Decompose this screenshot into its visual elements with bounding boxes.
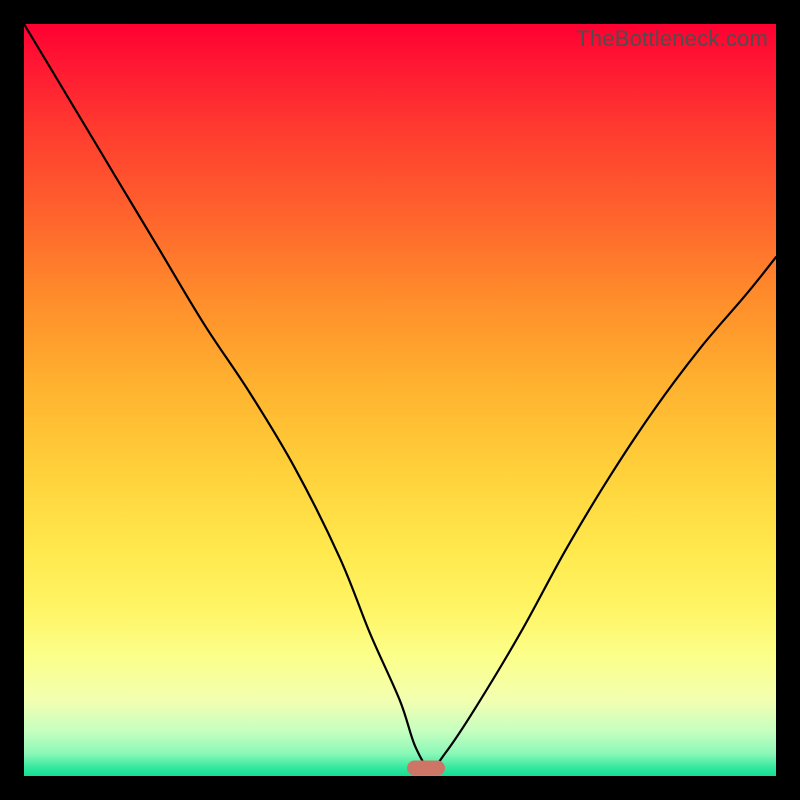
bottleneck-curve	[24, 24, 776, 776]
plot-area: TheBottleneck.com	[24, 24, 776, 776]
curve-path	[24, 24, 776, 769]
minimum-marker	[407, 761, 445, 776]
chart-frame: TheBottleneck.com	[0, 0, 800, 800]
